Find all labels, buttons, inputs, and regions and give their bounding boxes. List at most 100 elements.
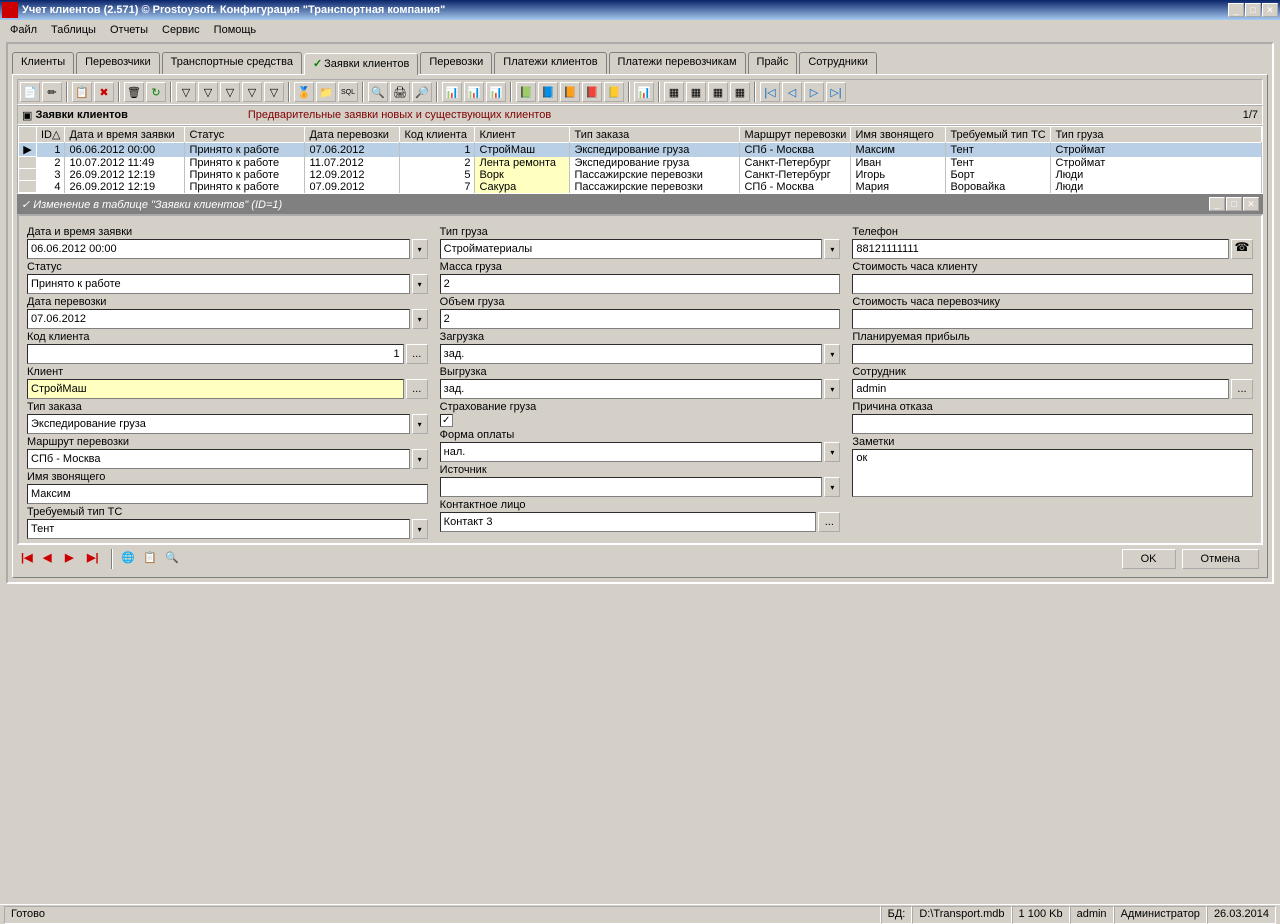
refresh-icon[interactable]: ↻: [146, 82, 166, 102]
minimize-button[interactable]: _: [1228, 3, 1244, 17]
edit-icon[interactable]: ✏: [42, 82, 62, 102]
chk-insurance[interactable]: ✓: [440, 414, 453, 427]
tab-price[interactable]: Прайс: [748, 52, 798, 74]
col-shipdate[interactable]: Дата перевозки: [305, 127, 400, 143]
input-clientcode[interactable]: [27, 344, 404, 364]
rec-next-icon[interactable]: ▶: [65, 551, 81, 567]
excel-icon[interactable]: 📗: [516, 82, 536, 102]
dd-status[interactable]: [412, 274, 428, 294]
doc3-icon[interactable]: 📕: [582, 82, 602, 102]
col-caller[interactable]: Имя звонящего: [851, 127, 946, 143]
input-shipdate[interactable]: [27, 309, 410, 329]
filter-clear-icon[interactable]: ▽: [242, 82, 262, 102]
col-cargo[interactable]: Тип груза: [1051, 127, 1262, 143]
dd-loading[interactable]: [824, 344, 840, 364]
table-row[interactable]: 426.09.2012 12:19Принято к работе07.09.2…: [19, 181, 1262, 193]
input-ordertype[interactable]: [27, 414, 410, 434]
data-grid[interactable]: ID△ Дата и время заявки Статус Дата пере…: [17, 125, 1263, 194]
tool2-icon[interactable]: 📋: [143, 551, 159, 567]
tab-transport[interactable]: Перевозки: [420, 52, 492, 74]
input-cargo[interactable]: [440, 239, 823, 259]
input-carrierrate[interactable]: [852, 309, 1253, 329]
col-status[interactable]: Статус: [185, 127, 305, 143]
preview-icon[interactable]: 🔎: [412, 82, 432, 102]
menu-help[interactable]: Помощь: [208, 22, 263, 38]
tab-requests[interactable]: ✓Заявки клиентов: [304, 53, 418, 75]
menu-service[interactable]: Сервис: [156, 22, 206, 38]
tab-employees[interactable]: Сотрудники: [799, 52, 877, 74]
maximize-button[interactable]: □: [1245, 3, 1261, 17]
dd-payment[interactable]: [824, 442, 840, 462]
input-datetime[interactable]: [27, 239, 410, 259]
nav-prev-icon[interactable]: ◁: [782, 82, 802, 102]
input-payment[interactable]: [440, 442, 823, 462]
table-row[interactable]: ▶106.06.2012 00:00Принято к работе07.06.…: [19, 143, 1262, 157]
tab-client-payments[interactable]: Платежи клиентов: [494, 52, 606, 74]
editor-max-button[interactable]: □: [1226, 197, 1242, 211]
tab-carriers[interactable]: Перевозчики: [76, 52, 159, 74]
doc2-icon[interactable]: 📙: [560, 82, 580, 102]
btn-employee[interactable]: ...: [1231, 379, 1253, 399]
input-employee[interactable]: [852, 379, 1229, 399]
copy-icon[interactable]: 📋: [72, 82, 92, 102]
col-id[interactable]: ID△: [37, 127, 65, 143]
col-ordertype[interactable]: Тип заказа: [570, 127, 740, 143]
input-clientrate[interactable]: [852, 274, 1253, 294]
col-vehicle[interactable]: Требуемый тип ТС: [946, 127, 1051, 143]
input-volume[interactable]: [440, 309, 841, 329]
filter-icon[interactable]: ▽: [176, 82, 196, 102]
menu-file[interactable]: Файл: [4, 22, 43, 38]
input-mass[interactable]: [440, 274, 841, 294]
dd-ordertype[interactable]: [412, 414, 428, 434]
call-icon[interactable]: ☎: [1231, 239, 1253, 259]
input-notes[interactable]: [852, 449, 1253, 497]
col-datetime[interactable]: Дата и время заявки: [65, 127, 185, 143]
chart-icon[interactable]: 📊: [634, 82, 654, 102]
rec-last-icon[interactable]: ▶|: [87, 551, 103, 567]
tab-clients[interactable]: Клиенты: [12, 52, 74, 74]
input-route[interactable]: [27, 449, 410, 469]
btn-clientcode[interactable]: ...: [406, 344, 428, 364]
rec-prev-icon[interactable]: ◀: [43, 551, 59, 567]
delete-multi-icon[interactable]: 🗑: [124, 82, 144, 102]
input-caller[interactable]: [27, 484, 428, 504]
menu-reports[interactable]: Отчеты: [104, 22, 154, 38]
new-icon[interactable]: 📄: [20, 82, 40, 102]
doc4-icon[interactable]: 📒: [604, 82, 624, 102]
filter3-icon[interactable]: ▽: [220, 82, 240, 102]
print-icon[interactable]: 🖨: [390, 82, 410, 102]
rec-first-icon[interactable]: |◀: [21, 551, 37, 567]
editor-min-button[interactable]: _: [1209, 197, 1225, 211]
layout3-icon[interactable]: ▦: [708, 82, 728, 102]
input-status[interactable]: [27, 274, 410, 294]
col-route[interactable]: Маршрут перевозки: [740, 127, 851, 143]
col-clientcode[interactable]: Код клиента: [400, 127, 475, 143]
export-icon[interactable]: 📊: [442, 82, 462, 102]
dd-unloading[interactable]: [824, 379, 840, 399]
input-reason[interactable]: [852, 414, 1253, 434]
nav-next-icon[interactable]: ▷: [804, 82, 824, 102]
input-unloading[interactable]: [440, 379, 823, 399]
export2-icon[interactable]: 📊: [464, 82, 484, 102]
dd-route[interactable]: [412, 449, 428, 469]
menu-tables[interactable]: Таблицы: [45, 22, 102, 38]
tab-carrier-payments[interactable]: Платежи перевозчикам: [609, 52, 746, 74]
dd-datetime[interactable]: [412, 239, 428, 259]
input-client[interactable]: [27, 379, 404, 399]
layout1-icon[interactable]: ▦: [664, 82, 684, 102]
dd-source[interactable]: [824, 477, 840, 497]
filter2-icon[interactable]: ▽: [198, 82, 218, 102]
dd-vehicle[interactable]: [412, 519, 428, 539]
input-profit[interactable]: [852, 344, 1253, 364]
btn-contact[interactable]: ...: [818, 512, 840, 532]
tool3-icon[interactable]: 🔍: [165, 551, 181, 567]
sort-icon[interactable]: 🏅: [294, 82, 314, 102]
editor-close-button[interactable]: ✕: [1243, 197, 1259, 211]
tab-vehicles[interactable]: Транспортные средства: [162, 52, 302, 74]
input-phone[interactable]: [852, 239, 1229, 259]
dd-shipdate[interactable]: [412, 309, 428, 329]
input-source[interactable]: [440, 477, 823, 497]
filter4-icon[interactable]: ▽: [264, 82, 284, 102]
close-button[interactable]: ✕: [1262, 3, 1278, 17]
layout2-icon[interactable]: ▦: [686, 82, 706, 102]
